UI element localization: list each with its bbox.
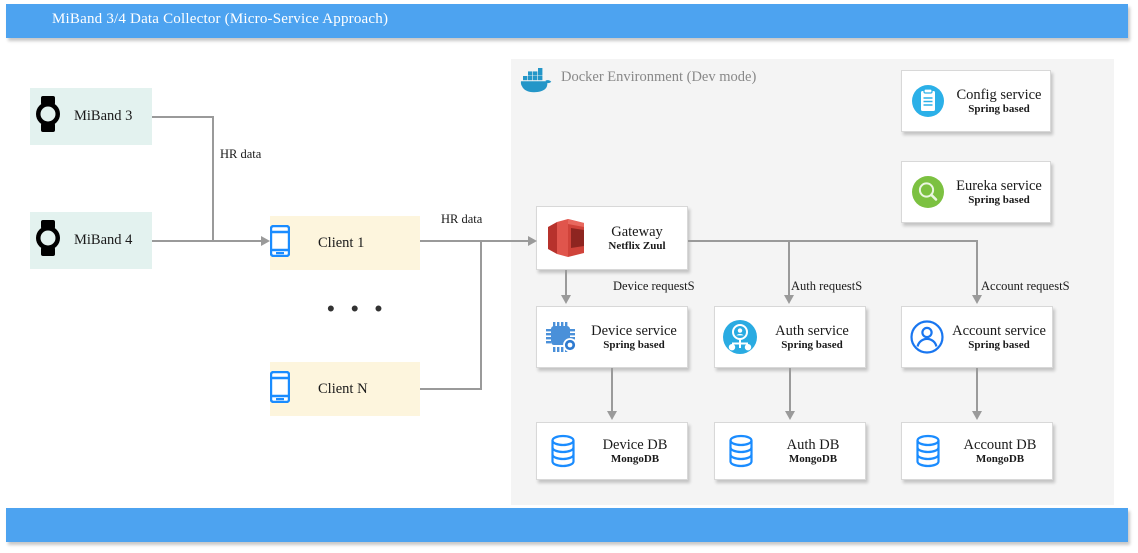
- node-label: MiBand 3: [74, 108, 133, 124]
- auth-user-icon: [715, 319, 765, 355]
- aws-gateway-icon: [537, 218, 595, 258]
- magnifier-icon: [902, 175, 954, 209]
- node-device-service[interactable]: Device service Spring based: [536, 306, 688, 368]
- chip-icon: [537, 319, 587, 355]
- arrowhead-to-device-db: [607, 411, 617, 420]
- database-icon: [537, 434, 589, 468]
- node-config-service[interactable]: Config service Spring based: [901, 70, 1051, 132]
- app-footer-bar: [6, 508, 1128, 542]
- clipboard-icon: [902, 84, 954, 118]
- edge-miband4-to-client1: [152, 240, 262, 242]
- node-account-service[interactable]: Account service Spring based: [901, 306, 1053, 368]
- node-auth-db[interactable]: Auth DB MongoDB: [714, 422, 866, 480]
- node-subtitle: MongoDB: [610, 452, 660, 465]
- edge-label-account-request: Account requestS: [981, 279, 1070, 293]
- smartphone-icon: [269, 224, 318, 262]
- edge-label-auth-request: Auth requestS: [791, 279, 863, 293]
- arrowhead-to-account-db: [972, 411, 982, 420]
- smartphone-icon: [269, 370, 318, 408]
- edge-account-to-accountdb: [976, 368, 978, 412]
- node-title: Device service: [591, 322, 677, 339]
- edge-clientn-up: [480, 240, 482, 390]
- edge-client1-to-gateway: [420, 240, 532, 242]
- node-client-1[interactable]: Client 1: [269, 216, 420, 270]
- node-title: Auth DB: [786, 436, 840, 453]
- node-account-db[interactable]: Account DB MongoDB: [901, 422, 1053, 480]
- node-label: Client N: [318, 380, 368, 397]
- edge-gateway-to-device: [565, 270, 567, 296]
- clients-ellipsis: • • •: [327, 296, 388, 321]
- arrowhead-to-device-service: [561, 295, 571, 304]
- edge-clientn-right: [420, 388, 482, 390]
- edge-gateway-bus: [688, 240, 978, 242]
- account-user-icon: [902, 319, 952, 355]
- docker-whale-icon: [519, 68, 553, 96]
- node-label: MiBand 4: [74, 232, 133, 248]
- node-title: Auth service: [775, 322, 849, 339]
- node-gateway[interactable]: Gateway Netflix Zuul: [536, 206, 688, 270]
- node-subtitle: Spring based: [968, 338, 1030, 351]
- database-icon: [715, 434, 767, 468]
- edge-label-hr-data-band: HR data: [220, 147, 262, 161]
- node-subtitle: Netflix Zuul: [608, 239, 666, 252]
- node-subtitle: Spring based: [968, 102, 1030, 115]
- node-miband4[interactable]: MiBand 4: [30, 212, 152, 269]
- edge-bus-to-account: [976, 240, 978, 296]
- edge-miband3-down: [212, 116, 214, 240]
- smartwatch-icon: [34, 96, 74, 137]
- arrowhead-to-auth-service: [784, 295, 794, 304]
- node-miband3[interactable]: MiBand 3: [30, 88, 152, 145]
- node-title: Eureka service: [956, 177, 1042, 194]
- node-client-n[interactable]: Client N: [269, 362, 420, 416]
- node-subtitle: Spring based: [603, 338, 665, 351]
- edge-auth-to-authdb: [789, 368, 791, 412]
- edge-label-hr-data-client: HR data: [441, 212, 483, 226]
- node-device-db[interactable]: Device DB MongoDB: [536, 422, 688, 480]
- docker-environment-label: Docker Environment (Dev mode): [561, 69, 757, 85]
- node-title: Config service: [956, 86, 1042, 103]
- arrowhead-to-client1: [261, 236, 270, 246]
- node-subtitle: MongoDB: [788, 452, 838, 465]
- edge-label-device-request: Device requestS: [613, 279, 695, 293]
- node-eureka-service[interactable]: Eureka service Spring based: [901, 161, 1051, 223]
- arrowhead-to-auth-db: [785, 411, 795, 420]
- node-title: Account service: [952, 322, 1046, 339]
- node-title: Device DB: [602, 436, 668, 453]
- database-icon: [902, 434, 954, 468]
- edge-miband3-right: [152, 116, 214, 118]
- edge-bus-to-auth: [788, 240, 790, 296]
- edge-device-to-devicedb: [611, 368, 613, 412]
- arrowhead-to-account-service: [972, 295, 982, 304]
- arrowhead-to-gateway: [528, 236, 537, 246]
- node-subtitle: MongoDB: [975, 452, 1025, 465]
- node-auth-service[interactable]: Auth service Spring based: [714, 306, 866, 368]
- node-title: Gateway: [611, 223, 663, 240]
- node-subtitle: Spring based: [968, 193, 1030, 206]
- smartwatch-icon: [34, 220, 74, 261]
- diagram-canvas: MiBand 3/4 Data Collector (Micro-Service…: [0, 0, 1138, 553]
- node-title: Account DB: [963, 436, 1037, 453]
- node-subtitle: Spring based: [781, 338, 843, 351]
- page-title: MiBand 3/4 Data Collector (Micro-Service…: [52, 11, 389, 27]
- node-label: Client 1: [318, 234, 365, 251]
